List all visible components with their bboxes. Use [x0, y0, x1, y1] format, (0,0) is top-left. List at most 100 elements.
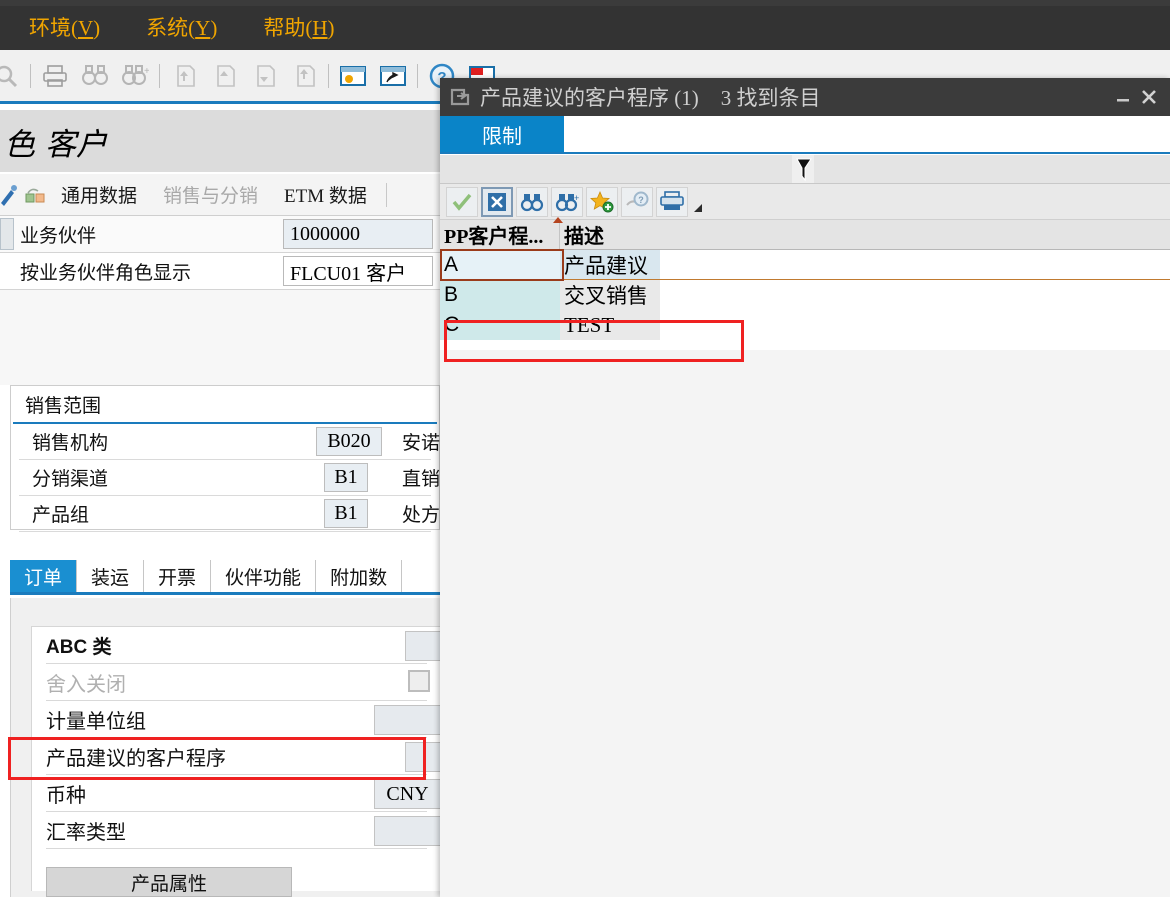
cell-description[interactable]: TEST	[560, 310, 660, 340]
menu-bar: 环境(V) 系统(Y) 帮助(H)	[0, 6, 1170, 50]
sales-area-title: 销售范围	[13, 386, 437, 424]
new-shortcut-icon[interactable]	[373, 57, 413, 95]
bp-role-select[interactable]: FLCU01 客户	[283, 256, 433, 286]
organizational-levels-icon[interactable]	[22, 182, 48, 208]
search-icon[interactable]	[0, 57, 26, 95]
header-form: 业务伙伴 1000000 按业务伙伴角色显示 FLCU01 客户	[0, 216, 440, 290]
tab-shipping[interactable]: 装运	[77, 560, 145, 592]
sales-org-input[interactable]: B020	[316, 427, 382, 456]
currency-input[interactable]: CNY	[374, 779, 441, 809]
division-desc: 处方	[402, 505, 441, 526]
svg-text:?: ?	[638, 195, 644, 205]
minimize-icon[interactable]	[1110, 84, 1136, 110]
svg-text:+: +	[144, 66, 149, 77]
object-subtab-bar: 通用数据 销售与分销 ETM 数据	[0, 174, 440, 216]
cell-code[interactable]: A	[440, 250, 560, 279]
abc-class-row: ABC 类	[46, 627, 441, 664]
subtab-sales-distribution[interactable]: 销售与分销	[163, 181, 258, 208]
division-row: 产品组 B1 处方	[19, 496, 440, 532]
personal-value-list-icon[interactable]: ?	[621, 186, 653, 217]
switch-display-change-icon[interactable]	[0, 182, 22, 208]
column-header-description[interactable]: 描述	[560, 220, 660, 249]
page-title-text: 客户	[45, 126, 107, 162]
sales-area-group: 销售范围 销售机构 B020 安诺 分销渠道 B1 直销 产品组 B1 处方	[10, 385, 440, 532]
create-session-icon[interactable]	[333, 57, 373, 95]
add-favorite-icon[interactable]	[586, 186, 618, 217]
sales-org-label: 销售机构	[32, 433, 109, 454]
distribution-channel-input[interactable]: B1	[324, 463, 368, 492]
close-icon[interactable]	[1136, 84, 1162, 110]
product-proposal-procedure-input[interactable]	[405, 742, 441, 772]
table-row[interactable]: A 产品建议	[440, 249, 1170, 281]
cell-code[interactable]: B	[440, 280, 560, 310]
dialog-toolbar: + ?	[440, 184, 1170, 220]
find-next-icon[interactable]: +	[115, 57, 155, 95]
table-row[interactable]: B 交叉销售	[440, 280, 1170, 310]
menu-item-system[interactable]: 系统(Y)	[142, 17, 221, 39]
distribution-channel-row: 分销渠道 B1 直销	[19, 460, 440, 496]
menu-item-environment[interactable]: 环境(V)	[25, 17, 104, 39]
dialog-tab-restrictions[interactable]: 限制	[440, 116, 564, 152]
dialog-window-buttons	[1110, 78, 1162, 116]
svg-text:+: +	[574, 193, 579, 203]
tab-additional-data[interactable]: 附加数	[316, 560, 403, 592]
result-table: PP客户程... 描述 A 产品建议 B 交叉销售 C TEST	[440, 217, 1170, 350]
bp-role-label: 按业务伙伴角色显示	[20, 262, 192, 284]
tab-partner-functions[interactable]: 伙伴功能	[211, 560, 317, 592]
subtab-general-data[interactable]: 通用数据	[61, 181, 137, 208]
rounding-off-row: 舍入关闭	[46, 664, 430, 701]
toolbar-divider	[328, 63, 329, 88]
dialog-result-count: 3 找到条目	[720, 86, 821, 110]
tab-orders[interactable]: 订单	[10, 560, 78, 592]
search-help-dialog: 产品建议的客户程序 (1) 3 找到条目 限制 + ? PP客户程... 描述 …	[440, 78, 1170, 897]
find-icon[interactable]	[75, 57, 115, 95]
rounding-off-checkbox[interactable]	[408, 670, 430, 692]
print-dropdown-icon[interactable]	[691, 187, 705, 217]
order-fields-panel: ABC 类 舍入关闭 计量单位组 产品建议的客户程序 币种 CNY 汇率类型 产…	[31, 626, 441, 897]
order-tabstrip: 订单 装运 开票 伙伴功能 附加数	[10, 560, 440, 595]
page-title-glyph: 色	[4, 126, 35, 162]
sales-org-row: 销售机构 B020 安诺	[19, 424, 440, 460]
product-proposal-procedure-row: 产品建议的客户程序	[46, 738, 441, 775]
product-proposal-procedure-label: 产品建议的客户程序	[46, 747, 226, 770]
currency-row: 币种 CNY	[46, 775, 441, 812]
unit-of-measure-group-input[interactable]	[374, 705, 441, 735]
cancel-icon[interactable]	[481, 186, 513, 217]
dialog-splitter-bar[interactable]	[440, 154, 1170, 184]
product-attributes-button[interactable]: 产品属性	[46, 867, 292, 897]
form-row-business-partner: 业务伙伴 1000000	[0, 216, 440, 253]
previous-page-icon[interactable]	[204, 57, 244, 95]
division-input[interactable]: B1	[324, 499, 368, 528]
print-icon[interactable]	[656, 186, 688, 217]
dialog-body-fill	[440, 366, 1170, 897]
cell-description[interactable]: 产品建议	[560, 250, 660, 279]
table-empty-area	[440, 340, 1170, 350]
business-partner-label: 业务伙伴	[20, 225, 97, 247]
business-partner-input[interactable]: 1000000	[283, 219, 433, 249]
find-icon[interactable]	[516, 186, 548, 217]
abc-class-input[interactable]	[405, 631, 441, 661]
exchange-rate-type-input[interactable]	[374, 816, 441, 846]
table-header-row: PP客户程... 描述	[440, 217, 1170, 250]
division-label: 产品组	[32, 505, 90, 526]
table-row[interactable]: C TEST	[440, 310, 1170, 340]
next-page-icon[interactable]	[244, 57, 284, 95]
app-root: 环境(V) 系统(Y) 帮助(H) + ? 色 客户 通用数据 销售与分销 ET…	[0, 0, 1170, 897]
subtab-etm-data[interactable]: ETM 数据	[284, 181, 367, 208]
column-header-code[interactable]: PP客户程...	[440, 220, 560, 249]
toolbar-divider	[30, 63, 31, 88]
cell-code[interactable]: C	[440, 310, 560, 340]
dialog-title-bar: 产品建议的客户程序 (1) 3 找到条目	[440, 78, 1170, 116]
exchange-rate-type-label: 汇率类型	[46, 821, 126, 844]
form-spacer	[0, 290, 440, 385]
print-icon[interactable]	[35, 57, 75, 95]
find-next-icon[interactable]: +	[551, 186, 583, 217]
first-page-icon[interactable]	[164, 57, 204, 95]
last-page-icon[interactable]	[284, 57, 324, 95]
dialog-tab-bar: 限制	[440, 116, 1170, 154]
sort-indicator-icon	[553, 217, 563, 223]
check-icon[interactable]	[446, 186, 478, 217]
tab-billing[interactable]: 开票	[144, 560, 212, 592]
cell-description[interactable]: 交叉销售	[560, 280, 660, 310]
menu-item-help[interactable]: 帮助(H)	[259, 17, 338, 39]
